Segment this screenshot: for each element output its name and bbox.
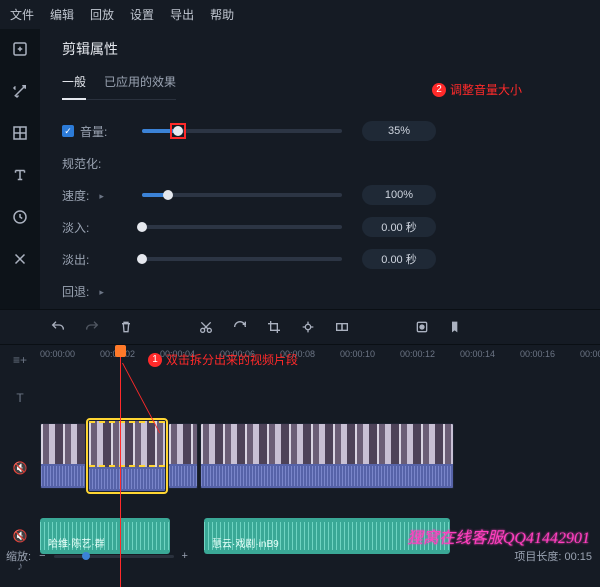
tools-icon[interactable] [6,245,34,273]
fx-panel-icon[interactable] [6,119,34,147]
footer-bar: 缩放: − + 项目长度: 00:15 [6,548,592,564]
chevron-right-icon [95,284,104,298]
delete-button[interactable] [118,319,134,335]
add-tool-icon[interactable] [6,35,34,63]
reverse-label: 回退: [62,283,89,300]
mute-audio-icon[interactable]: 🔇 [13,529,28,543]
fadein-value[interactable]: 0.00 秒 [362,217,436,237]
annotation-badge: 2 [432,83,446,97]
zoom-slider[interactable] [54,555,174,558]
volume-checkbox[interactable] [62,125,74,137]
speed-label: 速度: [62,187,89,204]
text-track-icon: T [16,391,23,405]
video-clip[interactable] [40,423,86,489]
video-clip-selected[interactable] [88,420,166,492]
rotate-button[interactable] [232,319,248,335]
annotation-2: 2 调整音量大小 [432,81,522,98]
menu-playback[interactable]: 回放 [90,6,114,23]
cut-button[interactable] [198,319,214,335]
text-tool-icon[interactable] [6,161,34,189]
redo-button[interactable] [84,319,100,335]
fadeout-value[interactable]: 0.00 秒 [362,249,436,269]
annotation-1: 1 双击拆分出来的视频片段 [148,351,298,368]
zoom-label: 缩放: [6,548,31,564]
crop-button[interactable] [266,319,282,335]
menu-bar: 文件 编辑 回放 设置 导出 帮助 [0,0,600,29]
watermark-text: 狸窝在线客服QQ41442901 [407,524,590,548]
menu-export[interactable]: 导出 [170,6,194,23]
wand-tool-icon[interactable] [6,77,34,105]
menu-file[interactable]: 文件 [10,6,34,23]
video-clip[interactable] [200,423,454,489]
timeline-side: ≡+ T 🔇 🔇 ♪ [0,345,40,573]
transition-button[interactable] [334,319,350,335]
chevron-right-icon [95,188,104,202]
video-clip[interactable] [168,423,198,489]
panel-title: 剪辑属性 [62,39,582,59]
tab-general[interactable]: 一般 [62,73,86,100]
time-tool-icon[interactable] [6,203,34,231]
menu-help[interactable]: 帮助 [210,6,234,23]
volume-value[interactable]: 35% [362,121,436,141]
fadeout-label: 淡出: [62,251,89,268]
zoom-in-button[interactable]: + [182,550,188,562]
timeline-toolbar [0,309,600,345]
volume-label: 音量: [80,123,107,140]
undo-button[interactable] [50,319,66,335]
record-button[interactable] [414,319,430,335]
video-track [40,423,600,492]
speed-value[interactable]: 100% [362,185,436,205]
marker-button[interactable] [448,319,464,335]
normalize-label: 规范化: [62,155,101,172]
tab-applied-fx[interactable]: 已应用的效果 [104,73,176,99]
annotation-line [120,357,121,587]
side-toolbar [0,29,40,309]
fadein-slider[interactable] [142,225,342,229]
annotation-text: 调整音量大小 [450,81,522,98]
annotation-text: 双击拆分出来的视频片段 [166,351,298,368]
volume-highlight [170,123,186,139]
project-length: 项目长度: 00:15 [514,548,592,564]
mute-video-icon[interactable]: 🔇 [13,461,28,475]
add-track-button[interactable]: ≡+ [13,353,27,367]
speed-slider[interactable] [142,193,342,197]
adjust-button[interactable] [300,319,316,335]
volume-slider[interactable] [142,129,342,133]
annotation-badge: 1 [148,353,162,367]
menu-settings[interactable]: 设置 [130,6,154,23]
fadeout-slider[interactable] [142,257,342,261]
fadein-label: 淡入: [62,219,89,236]
menu-edit[interactable]: 编辑 [50,6,74,23]
properties-panel: 剪辑属性 一般 已应用的效果 2 调整音量大小 音量: 35% [40,29,600,309]
zoom-out-button[interactable]: − [39,550,45,562]
